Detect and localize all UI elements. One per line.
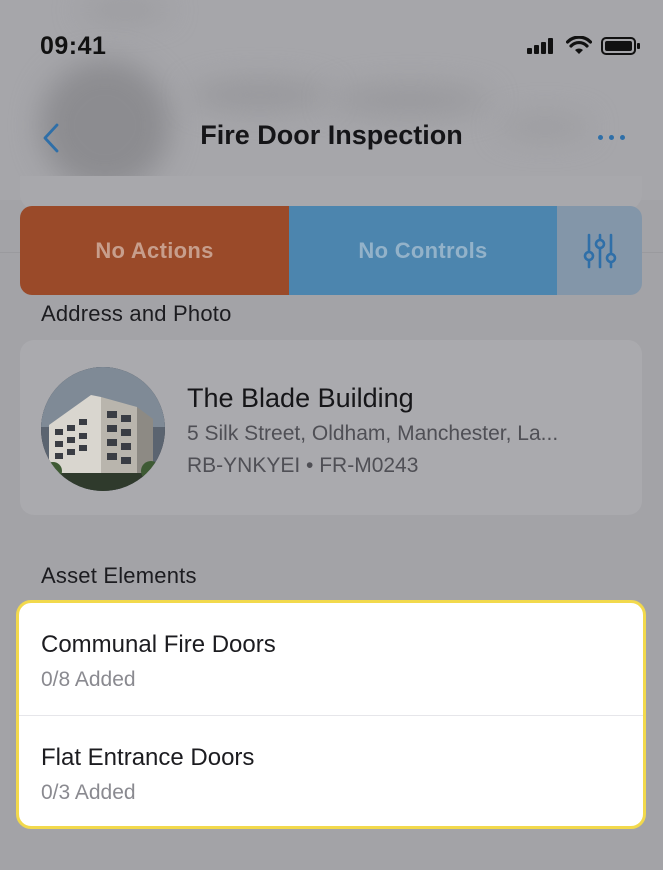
asset-elements-list: Communal Fire Doors 0/8 Added Flat Entra… — [16, 600, 646, 829]
signal-icon — [527, 38, 553, 54]
page-title: Fire Door Inspection — [200, 120, 463, 150]
controls-segment[interactable]: No Controls — [289, 206, 557, 295]
address-card[interactable]: The Blade Building 5 Silk Street, Oldham… — [20, 340, 642, 515]
status-icons — [527, 36, 641, 56]
wifi-icon — [566, 36, 592, 54]
screen: 09:41 Fire Door Inspection No Actions No… — [0, 0, 663, 870]
actions-segment[interactable]: No Actions — [20, 206, 289, 295]
list-item-communal-fire-doors[interactable]: Communal Fire Doors 0/8 Added — [19, 603, 643, 715]
list-item-flat-entrance-doors[interactable]: Flat Entrance Doors 0/3 Added — [19, 715, 643, 826]
navigation-bar: Fire Door Inspection — [0, 100, 663, 176]
asset-section-label: Asset Elements — [41, 563, 197, 588]
address-section-label: Address and Photo — [41, 301, 232, 326]
building-photo — [41, 367, 165, 491]
more-icon — [597, 134, 603, 140]
more-icon-dot — [608, 134, 614, 140]
list-item-count: 0/3 Added — [41, 781, 136, 804]
list-item-count: 0/8 Added — [41, 668, 136, 691]
list-item-title: Communal Fire Doors — [41, 631, 276, 658]
building-name: The Blade Building — [187, 383, 414, 413]
sliders-icon — [583, 233, 616, 268]
summary-segments: No Actions No Controls — [20, 206, 642, 295]
status-bar: 09:41 — [0, 0, 663, 90]
header-card-edge — [20, 176, 642, 210]
building-address: 5 Silk Street, Oldham, Manchester, La... — [187, 422, 559, 445]
list-item-title: Flat Entrance Doors — [41, 744, 255, 771]
more-icon-dot — [619, 134, 625, 140]
filter-button[interactable] — [557, 206, 642, 295]
more-options-button[interactable] — [593, 122, 629, 152]
battery-icon — [601, 37, 640, 55]
building-references: RB-YNKYEI • FR-M0243 — [187, 454, 419, 477]
status-time: 09:41 — [40, 32, 107, 60]
